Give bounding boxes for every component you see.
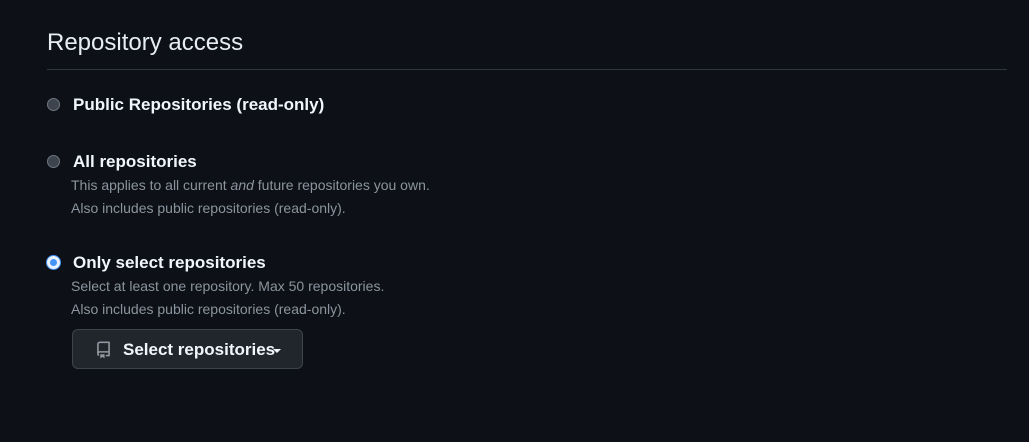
section-divider: [47, 69, 1007, 70]
option-label-all-repositories[interactable]: All repositories: [73, 152, 197, 172]
radio-all-repositories[interactable]: [47, 155, 60, 168]
only-select-note-2: Also includes public repositories (read-…: [71, 301, 346, 317]
note-text: future repositories you own.: [253, 177, 430, 193]
all-repositories-note-1: This applies to all current and future r…: [71, 176, 430, 194]
section-title: Repository access: [47, 29, 244, 56]
triangle-down-icon: [273, 349, 281, 353]
note-emphasis: and: [230, 177, 254, 193]
select-repositories-label: Select repositories: [123, 340, 276, 359]
radio-only-select-repositories[interactable]: [47, 256, 60, 269]
option-label-only-select-repositories[interactable]: Only select repositories: [73, 253, 266, 273]
repo-icon: [97, 341, 110, 359]
radio-public-repositories[interactable]: [47, 98, 60, 111]
select-repositories-button[interactable]: Select repositories: [72, 329, 303, 369]
note-text: This applies to all current: [71, 177, 231, 193]
all-repositories-note-2: Also includes public repositories (read-…: [71, 200, 346, 216]
only-select-note-1: Select at least one repository. Max 50 r…: [71, 278, 385, 294]
option-label-public-repositories[interactable]: Public Repositories (read-only): [73, 95, 324, 115]
